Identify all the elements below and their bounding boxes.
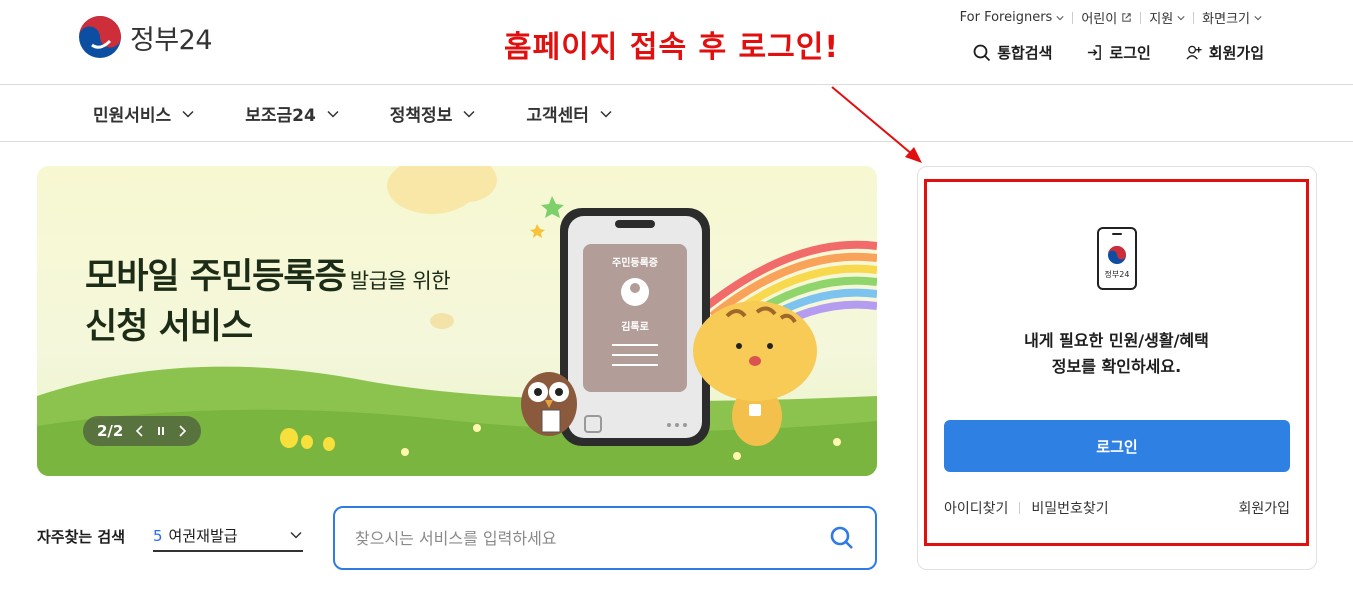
util-screen-size-label: 화면크기 bbox=[1202, 12, 1250, 27]
search-submit-button[interactable] bbox=[829, 525, 855, 551]
util-foreigners[interactable]: For Foreigners bbox=[952, 10, 1073, 25]
phone-card-title: 주민등록증 bbox=[612, 258, 658, 269]
header-signup-button[interactable]: 회원가입 bbox=[1185, 42, 1264, 63]
banner-title-suffix: 발급을 위한 bbox=[349, 269, 451, 293]
site-logo[interactable]: 정부24 bbox=[78, 15, 213, 59]
frequent-search-text: 여권재발급 bbox=[168, 526, 238, 545]
service-search-box bbox=[333, 506, 877, 570]
search-icon bbox=[973, 44, 991, 61]
chevron-down-icon bbox=[463, 110, 475, 118]
header-divider bbox=[0, 84, 1353, 85]
phone-card-name: 김톡로 bbox=[621, 322, 649, 333]
page: 정부24 홈페이지 접속 후 로그인! For Foreigners 어린이 지… bbox=[0, 0, 1353, 598]
util-kids[interactable]: 어린이 bbox=[1073, 8, 1140, 27]
integrated-search-button[interactable]: 통합검색 bbox=[973, 42, 1052, 63]
header-signup-label: 회원가입 bbox=[1208, 44, 1264, 62]
header-login-label: 로그인 bbox=[1109, 44, 1151, 62]
main-banner[interactable]: 주민등록증 김톡로 모바일 주민등록증 발급을 위한 신청 서비스 2/2 bbox=[37, 166, 877, 476]
annotation-highlight-box bbox=[924, 179, 1309, 546]
banner-pager: 2/2 bbox=[83, 416, 201, 446]
util-support[interactable]: 지원 bbox=[1141, 8, 1193, 27]
integrated-search-label: 통합검색 bbox=[997, 44, 1053, 62]
chevron-down-icon bbox=[182, 110, 194, 118]
frequent-search-value: 5 여권재발급 bbox=[153, 525, 238, 546]
annotation-text: 홈페이지 접속 후 로그인! bbox=[504, 30, 840, 65]
util-support-label: 지원 bbox=[1149, 12, 1174, 27]
frequent-search-rank: 5 bbox=[153, 526, 163, 545]
chevron-right-icon bbox=[179, 425, 187, 437]
header-actions: 통합검색 로그인 회원가입 bbox=[973, 42, 1264, 63]
chevron-down-icon bbox=[1254, 15, 1262, 20]
menu-label: 정책정보 bbox=[389, 106, 453, 126]
menu-label: 민원서비스 bbox=[93, 106, 172, 126]
util-kids-label: 어린이 bbox=[1081, 12, 1118, 27]
menu-policy-info[interactable]: 정책정보 bbox=[390, 101, 477, 126]
chevron-down-icon bbox=[327, 110, 339, 118]
menu-civil-service[interactable]: 민원서비스 bbox=[93, 101, 195, 126]
chevron-down-icon bbox=[290, 531, 302, 539]
logo-text: 정부24 bbox=[130, 24, 213, 56]
menu-label: 보조금24 bbox=[245, 106, 316, 126]
frequent-search-select[interactable]: 5 여권재발급 bbox=[153, 520, 303, 552]
header-login-button[interactable]: 로그인 bbox=[1086, 42, 1151, 63]
login-icon bbox=[1088, 45, 1102, 60]
banner-title-line2: 신청 서비스 bbox=[85, 307, 253, 347]
user-plus-icon bbox=[1186, 45, 1202, 60]
service-search-input[interactable] bbox=[355, 528, 829, 548]
chevron-down-icon bbox=[600, 110, 612, 118]
main-menu: 민원서비스 보조금24 정책정보 고객센터 bbox=[93, 101, 613, 126]
prev-slide-button[interactable] bbox=[135, 425, 145, 437]
taegeuk-logo-icon bbox=[79, 16, 121, 58]
pause-slide-button[interactable] bbox=[157, 426, 165, 436]
external-link-icon bbox=[1122, 13, 1131, 22]
menu-subsidy[interactable]: 보조금24 bbox=[245, 101, 340, 126]
util-foreigners-label: For Foreigners bbox=[959, 10, 1053, 25]
chevron-down-icon bbox=[1177, 15, 1185, 20]
menu-divider bbox=[0, 141, 1353, 142]
utility-nav: For Foreigners 어린이 지원 화면크기 bbox=[952, 8, 1270, 27]
pause-icon bbox=[158, 427, 165, 435]
frequent-search-label: 자주찾는 검색 bbox=[37, 528, 126, 546]
banner-title-line1: 모바일 주민등록증 발급을 위한 bbox=[85, 248, 451, 299]
util-screen-size[interactable]: 화면크기 bbox=[1194, 8, 1270, 27]
search-icon bbox=[830, 526, 853, 549]
pager-count: 2/2 bbox=[97, 422, 124, 440]
menu-label: 고객센터 bbox=[526, 106, 589, 126]
banner-title-main: 모바일 주민등록증 bbox=[85, 257, 347, 297]
menu-customer-center[interactable]: 고객센터 bbox=[526, 101, 613, 126]
next-slide-button[interactable] bbox=[177, 425, 187, 437]
chevron-left-icon bbox=[136, 425, 143, 437]
chevron-down-icon bbox=[1056, 15, 1064, 20]
